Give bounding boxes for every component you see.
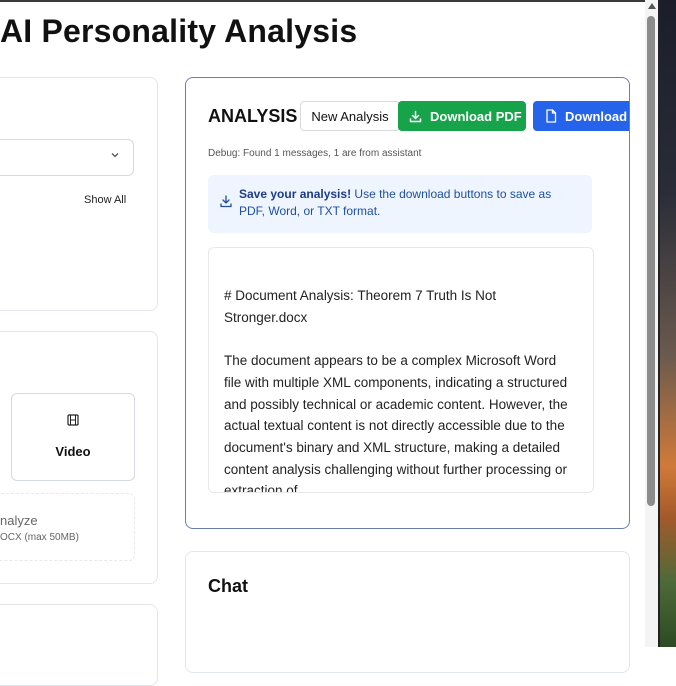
lower-card (0, 604, 158, 686)
download-pdf-label: Download PDF (430, 108, 522, 124)
page-title: AI Personality Analysis (0, 13, 358, 49)
analysis-heading: ANALYSIS (208, 106, 298, 126)
chevron-down-icon (111, 153, 119, 158)
desktop-background (658, 0, 676, 647)
show-all-link[interactable]: Show All (84, 194, 126, 206)
chat-panel: Chat (185, 551, 630, 673)
save-info-text: Save your analysis! Use the download but… (239, 186, 579, 220)
download-word-label: Download Wo (565, 108, 629, 124)
download-icon (220, 195, 232, 208)
upload-text: nalyze (0, 513, 38, 528)
save-info-banner: Save your analysis! Use the download but… (208, 175, 592, 233)
download-pdf-button[interactable]: Download PDF (398, 101, 526, 131)
window-edge (658, 0, 660, 647)
video-option-button[interactable]: Video (11, 393, 135, 481)
chat-title: Chat (208, 576, 248, 596)
analysis-content-text: # Document Analysis: Theorem 7 Truth Is … (224, 288, 568, 493)
new-analysis-button[interactable]: New Analysis (300, 101, 400, 131)
download-icon (409, 110, 422, 122)
file-icon (546, 109, 557, 123)
download-word-button[interactable]: Download Wo (533, 101, 629, 131)
selection-card (0, 77, 158, 311)
debug-text: Debug: Found 1 messages, 1 are from assi… (208, 148, 422, 159)
scroll-up-arrow-icon[interactable] (648, 3, 656, 9)
analysis-content-scroll[interactable]: # Document Analysis: Theorem 7 Truth Is … (208, 247, 594, 493)
save-info-bold: Save your analysis! (239, 187, 352, 201)
video-option-label: Video (55, 444, 91, 459)
film-icon (67, 414, 79, 426)
scrollbar-thumb[interactable] (647, 16, 655, 506)
window-top-border (0, 0, 658, 2)
upload-subtext: OCX (max 50MB) (0, 532, 79, 543)
analysis-panel: ANALYSIS New Analysis Download PDF Downl… (185, 77, 630, 529)
